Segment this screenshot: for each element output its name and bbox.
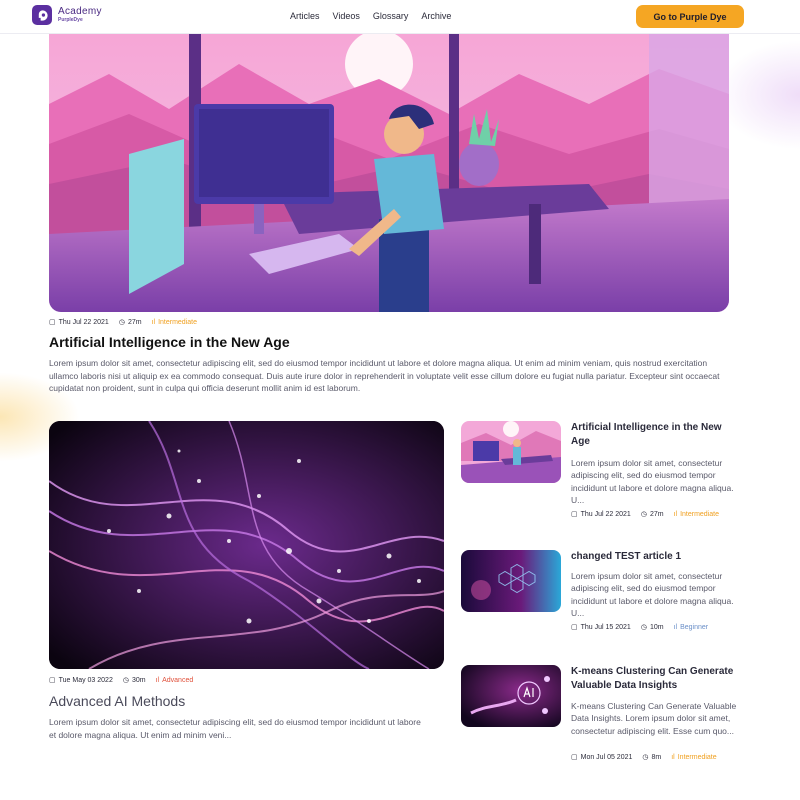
feature-article-meta: ▢ Tue May 03 2022 ◷ 30m ıl Advanced [49,676,194,685]
side-article-1-level: Intermediate [680,510,719,518]
nav-articles[interactable]: Articles [290,11,320,21]
nav-videos[interactable]: Videos [333,11,360,21]
hero-article-meta: ▢ Thu Jul 22 2021 ◷ 27m ıl Intermediate [49,318,197,327]
side-article-3-date: Mon Jul 05 2021 [580,753,633,761]
level-bars-icon: ıl [673,623,678,631]
clock-icon: ◷ [118,319,125,326]
side-article-1-duration: 27m [649,510,664,518]
go-to-purple-dye-button[interactable]: Go to Purple Dye [636,5,744,28]
feature-article-title[interactable]: Advanced AI Methods [49,693,185,709]
side-article-3-thumbnail [461,665,561,727]
main-nav: Articles Videos Glossary Archive [290,11,451,21]
side-article-2-title[interactable]: changed TEST article 1 [571,550,741,564]
side-article-2[interactable]: changed TEST article 1 Lorem ipsum dolor… [461,550,751,660]
side-article-2-thumbnail [461,550,561,612]
purpledye-logo-icon [32,5,52,25]
side-article-1[interactable]: Artificial Intelligence in the New Age L… [461,421,751,531]
calendar-icon: ▢ [49,677,56,684]
calendar-icon: ▢ [49,319,56,326]
hero-date: Thu Jul 22 2021 [58,318,109,326]
feature-article-description: Lorem ipsum dolor sit amet, consectetur … [49,717,421,740]
side-article-2-description: Lorem ipsum dolor sit amet, consectetur … [571,571,734,618]
academy-logo[interactable]: Academy PurpleDye [32,5,102,25]
level-bars-icon: ıl [155,676,160,684]
side-article-2-date: Thu Jul 15 2021 [580,623,631,631]
feature-date: Tue May 03 2022 [58,676,113,684]
feature-duration: 30m [131,676,146,684]
side-article-1-title[interactable]: Artificial Intelligence in the New Age [571,421,741,449]
hero-level: Intermediate [158,318,197,326]
level-bars-icon: ıl [671,753,675,761]
feature-article-image[interactable] [49,421,444,669]
clock-icon: ◷ [122,677,129,684]
side-article-3-description: K-means Clustering Can Generate Valuable… [571,701,737,736]
side-article-2-level: Beginner [680,623,709,631]
logo-subtitle: PurpleDye [58,17,83,23]
level-bars-icon: ıl [151,318,156,326]
logo-name: Academy [58,6,102,17]
clock-icon: ◷ [642,754,649,761]
side-article-2-duration: 10m [649,623,664,631]
feature-level: Advanced [162,676,194,684]
calendar-icon: ▢ [571,624,578,631]
top-navbar: Academy PurpleDye Articles Videos Glossa… [0,0,800,34]
side-article-3-level: Intermediate [677,753,717,761]
hero-article-image[interactable] [49,34,729,312]
side-article-1-date: Thu Jul 22 2021 [580,510,631,518]
side-article-1-meta: ▢ Thu Jul 22 2021 ◷ 27m ıl Intermediate [571,510,719,519]
side-article-2-meta: ▢ Thu Jul 15 2021 ◷ 10m ıl Beginner [571,623,709,632]
clock-icon: ◷ [640,511,647,518]
nav-archive[interactable]: Archive [421,11,451,21]
hero-duration: 27m [127,318,142,326]
calendar-icon: ▢ [571,511,578,518]
side-article-3[interactable]: K-means Clustering Can Generate Valuable… [461,665,751,775]
side-article-3-duration: 8m [651,753,662,761]
clock-icon: ◷ [640,624,647,631]
hero-article-title[interactable]: Artificial Intelligence in the New Age [49,334,290,350]
side-article-3-title[interactable]: K-means Clustering Can Generate Valuable… [571,665,741,693]
hero-article-description: Lorem ipsum dolor sit amet, consectetur … [49,358,720,393]
side-article-1-thumbnail [461,421,561,483]
side-article-1-description: Lorem ipsum dolor sit amet, consectetur … [571,458,734,505]
calendar-icon: ▢ [571,754,578,761]
level-bars-icon: ıl [673,510,678,518]
nav-glossary[interactable]: Glossary [373,11,409,21]
side-article-3-meta: ▢ Mon Jul 05 2021 ◷ 8m ıl Intermediate [571,753,717,762]
